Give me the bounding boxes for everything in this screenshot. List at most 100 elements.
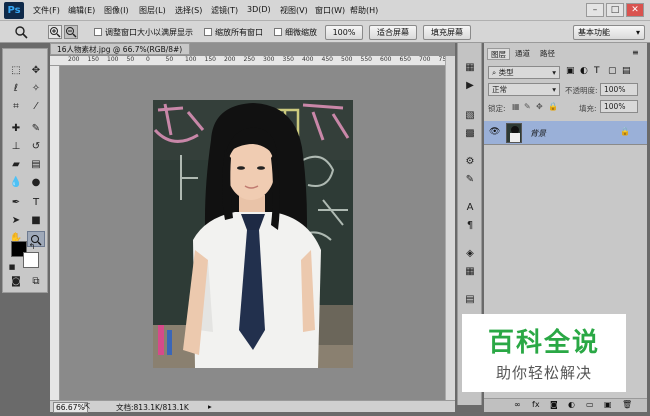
lock-all-icon[interactable]: 🔒: [548, 102, 558, 111]
swap-colors-icon[interactable]: ↰: [27, 239, 37, 255]
actions-play-icon[interactable]: ▶: [462, 79, 478, 93]
status-menu-arrow-icon[interactable]: ▸: [208, 402, 212, 411]
ruler-mark: 600: [380, 56, 392, 63]
blur-tool-icon[interactable]: 💧: [7, 175, 25, 191]
menu-layer[interactable]: 图层(L): [139, 5, 166, 16]
quick-mask-icon[interactable]: ◙: [7, 274, 25, 290]
fx-icon[interactable]: fx: [532, 400, 540, 409]
fit-screen-button[interactable]: 适合屏幕: [369, 25, 417, 40]
resize-windows-checkbox[interactable]: [94, 28, 102, 36]
menu-window[interactable]: 窗口(W): [315, 5, 345, 16]
layer-comps-icon[interactable]: ▤: [462, 293, 478, 307]
scrubby-zoom-label: 细微缩放: [285, 28, 317, 37]
new-group-icon[interactable]: ▭: [586, 400, 594, 409]
3d-icon[interactable]: ◈: [462, 247, 478, 261]
stamp-tool-icon[interactable]: ⊥: [7, 139, 25, 155]
link-layers-icon[interactable]: ∞: [514, 400, 521, 409]
filter-pixel-icon[interactable]: ▣: [566, 66, 575, 76]
document-tab[interactable]: 16人物素材.jpg @ 66.7%(RGB/8#): [50, 43, 190, 55]
move-tool-icon[interactable]: ✥: [27, 63, 45, 79]
zoom-level-field[interactable]: 66.67%: [53, 402, 88, 413]
restore-button[interactable]: □: [606, 3, 624, 17]
lasso-tool-icon[interactable]: ℓ: [7, 81, 25, 97]
swatch-grid-icon[interactable]: ▩: [462, 127, 478, 141]
brush-tool-icon[interactable]: ✎: [27, 121, 45, 137]
tab-layers[interactable]: 图层: [487, 48, 510, 60]
shape-tool-icon[interactable]: ■: [27, 213, 45, 229]
layer-thumbnail: [506, 123, 522, 143]
opacity-field[interactable]: 100%: [600, 83, 638, 96]
zoom-all-checkbox[interactable]: [204, 28, 212, 36]
minimize-button[interactable]: –: [586, 3, 604, 17]
ruler-mark: 200: [224, 56, 236, 63]
vertical-scrollbar[interactable]: [445, 56, 455, 400]
ruler-mark: 650: [399, 56, 411, 63]
tab-paths[interactable]: 路径: [537, 48, 558, 60]
layer-filter-select[interactable]: ⌕ 类型 ▾: [488, 66, 560, 79]
adjustment-layer-icon[interactable]: ◐: [568, 400, 575, 409]
brush-preset-icon[interactable]: ✎: [462, 173, 478, 187]
lock-pixels-icon[interactable]: ✎: [524, 102, 531, 111]
crop-tool-icon[interactable]: ⌗: [7, 99, 25, 115]
color-swatches-icon[interactable]: ▧: [462, 109, 478, 123]
filter-shape-icon[interactable]: ▢: [608, 66, 617, 76]
pen-tool-icon[interactable]: ✒: [7, 195, 25, 211]
history-brush-icon[interactable]: ↺: [27, 139, 45, 155]
default-colors-icon[interactable]: ■: [7, 259, 17, 275]
menu-3d[interactable]: 3D(D): [247, 5, 271, 14]
eyedropper-icon[interactable]: ⁄: [27, 99, 45, 115]
lock-position-icon[interactable]: ✥: [536, 102, 543, 111]
fill-screen-button[interactable]: 填充屏幕: [423, 25, 471, 40]
layer-name[interactable]: 背景: [530, 128, 546, 139]
filter-adjust-icon[interactable]: ◐: [580, 66, 588, 76]
menu-file[interactable]: 文件(F): [33, 5, 60, 16]
zoom-in-icon[interactable]: [48, 25, 62, 39]
gradient-tool-icon[interactable]: ▤: [27, 157, 45, 173]
filter-type-icon[interactable]: T: [594, 66, 600, 76]
close-button[interactable]: ✕: [626, 3, 644, 17]
type-tool-icon[interactable]: T: [27, 195, 45, 211]
paragraph-icon[interactable]: ¶: [462, 219, 478, 233]
menu-select[interactable]: 选择(S): [175, 5, 202, 16]
magic-wand-icon[interactable]: ✧: [27, 81, 45, 97]
panel-menu-icon[interactable]: ≡: [632, 48, 639, 57]
history-icon[interactable]: ▦: [462, 61, 478, 75]
add-mask-icon[interactable]: ◙: [550, 400, 558, 409]
healing-brush-icon[interactable]: ✚: [7, 121, 25, 137]
eye-visibility-icon[interactable]: 👁: [489, 127, 500, 137]
blend-mode-select[interactable]: 正常 ▾: [488, 83, 560, 96]
workspace-select[interactable]: 基本功能 ▾: [573, 25, 645, 40]
delete-layer-icon[interactable]: 🗑: [622, 400, 632, 409]
menu-help[interactable]: 帮助(H): [350, 5, 378, 16]
grid-panel-icon[interactable]: ▦: [462, 265, 478, 279]
dodge-tool-icon[interactable]: ●: [27, 175, 45, 191]
status-bar: 66.67% ⇱ 文档:813.1K/813.1K ▸: [50, 400, 455, 413]
adjustments-icon[interactable]: ⚙: [462, 155, 478, 169]
document-image: [153, 100, 353, 368]
zoom-out-icon[interactable]: [64, 25, 78, 39]
filter-smart-icon[interactable]: ▤: [622, 66, 631, 76]
fill-field[interactable]: 100%: [600, 100, 638, 113]
workspace-label: 基本功能: [578, 28, 610, 37]
lock-transparent-icon[interactable]: ▦: [512, 102, 520, 111]
ruler-mark: 200: [68, 56, 80, 63]
ruler-mark: 400: [302, 56, 314, 63]
export-icon[interactable]: ⇱: [84, 402, 90, 411]
new-layer-icon[interactable]: ▣: [604, 400, 612, 409]
character-icon[interactable]: A: [462, 201, 478, 215]
options-bar: 调整窗口大小以满屏显示 缩放所有窗口 细微缩放 100% 适合屏幕 填充屏幕 基…: [0, 21, 650, 43]
menu-view[interactable]: 视图(V): [280, 5, 308, 16]
tab-channels[interactable]: 通道: [512, 48, 533, 60]
scrubby-zoom-checkbox[interactable]: [274, 28, 282, 36]
layer-row[interactable]: 👁 背景 🔒: [484, 121, 647, 145]
menu-edit[interactable]: 编辑(E): [68, 5, 95, 16]
screen-mode-icon[interactable]: ⧉: [27, 274, 45, 290]
menu-filter[interactable]: 滤镜(T): [211, 5, 238, 16]
menu-image[interactable]: 图像(I): [104, 5, 129, 16]
zoom-100-button[interactable]: 100%: [325, 25, 363, 40]
zoom-tool-icon[interactable]: [14, 25, 28, 39]
marquee-tool-icon[interactable]: ⬚: [7, 63, 25, 79]
path-select-icon[interactable]: ➤: [7, 213, 25, 229]
eraser-tool-icon[interactable]: ▰: [7, 157, 25, 173]
ruler-mark: 500: [341, 56, 353, 63]
